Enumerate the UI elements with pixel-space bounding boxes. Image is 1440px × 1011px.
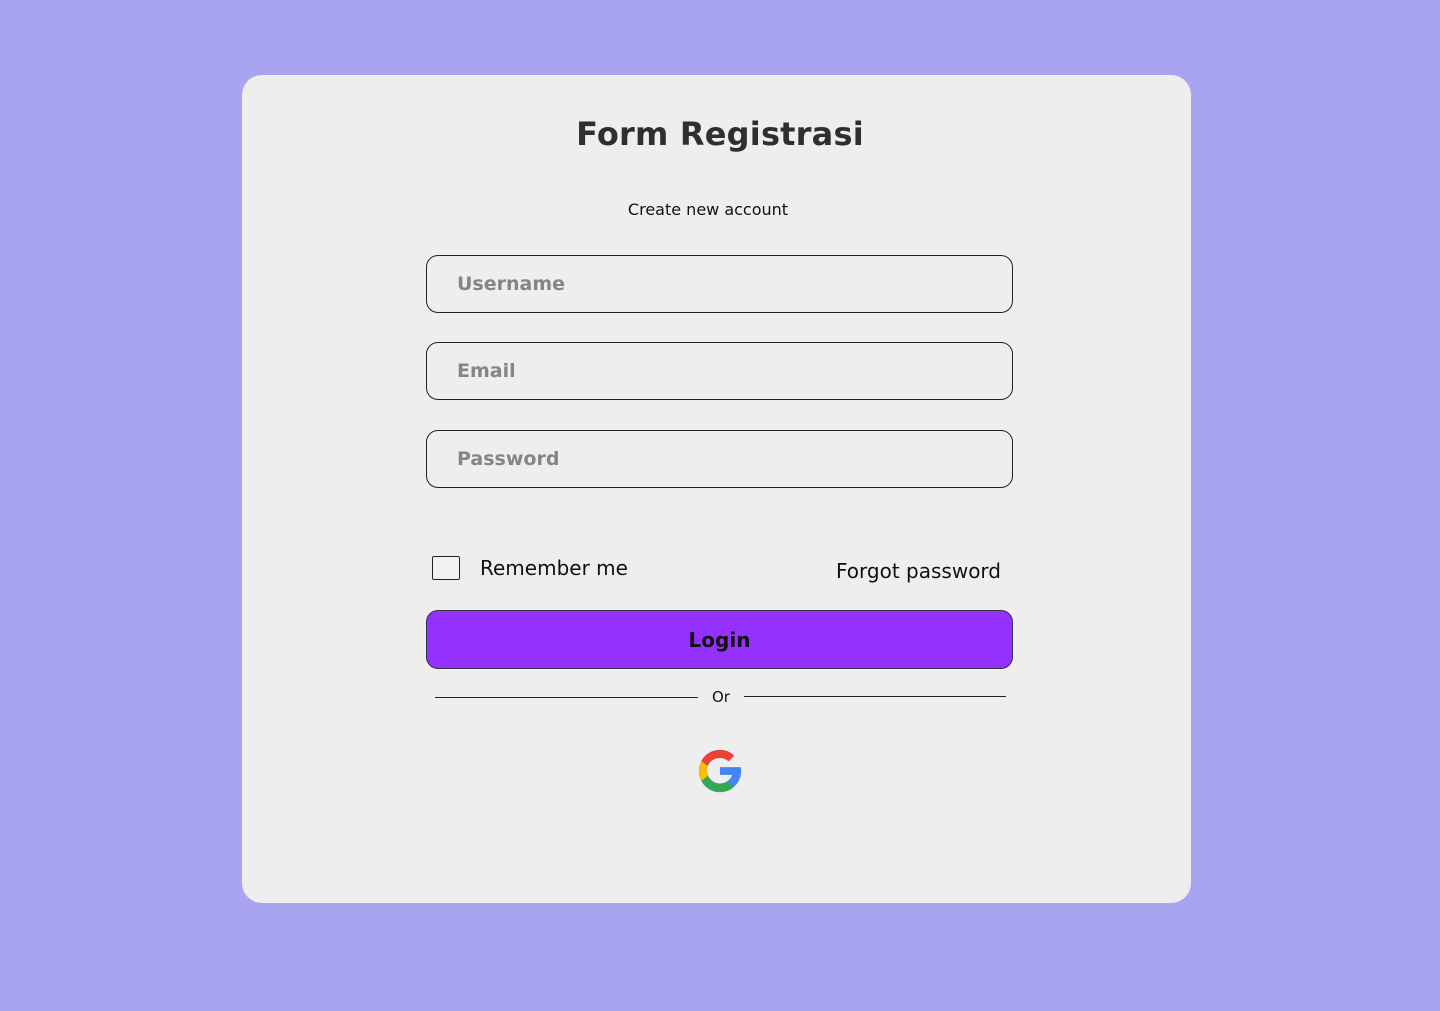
- page-subtitle: Create new account: [627, 200, 789, 219]
- password-input[interactable]: [426, 430, 1013, 488]
- google-icon: [698, 749, 742, 793]
- google-login-button[interactable]: [694, 745, 746, 797]
- remember-me-label: Remember me: [480, 556, 628, 580]
- divider-line-left: [435, 697, 698, 698]
- remember-me-checkbox[interactable]: [432, 556, 460, 580]
- divider-label: Or: [712, 688, 730, 706]
- username-input[interactable]: [426, 255, 1013, 313]
- page-title: Form Registrasi: [576, 115, 864, 153]
- remember-me-option[interactable]: Remember me: [432, 556, 628, 580]
- email-input[interactable]: [426, 342, 1013, 400]
- divider-line-right: [744, 696, 1006, 697]
- login-button[interactable]: Login: [426, 610, 1013, 669]
- forgot-password-link[interactable]: Forgot password: [836, 559, 1001, 583]
